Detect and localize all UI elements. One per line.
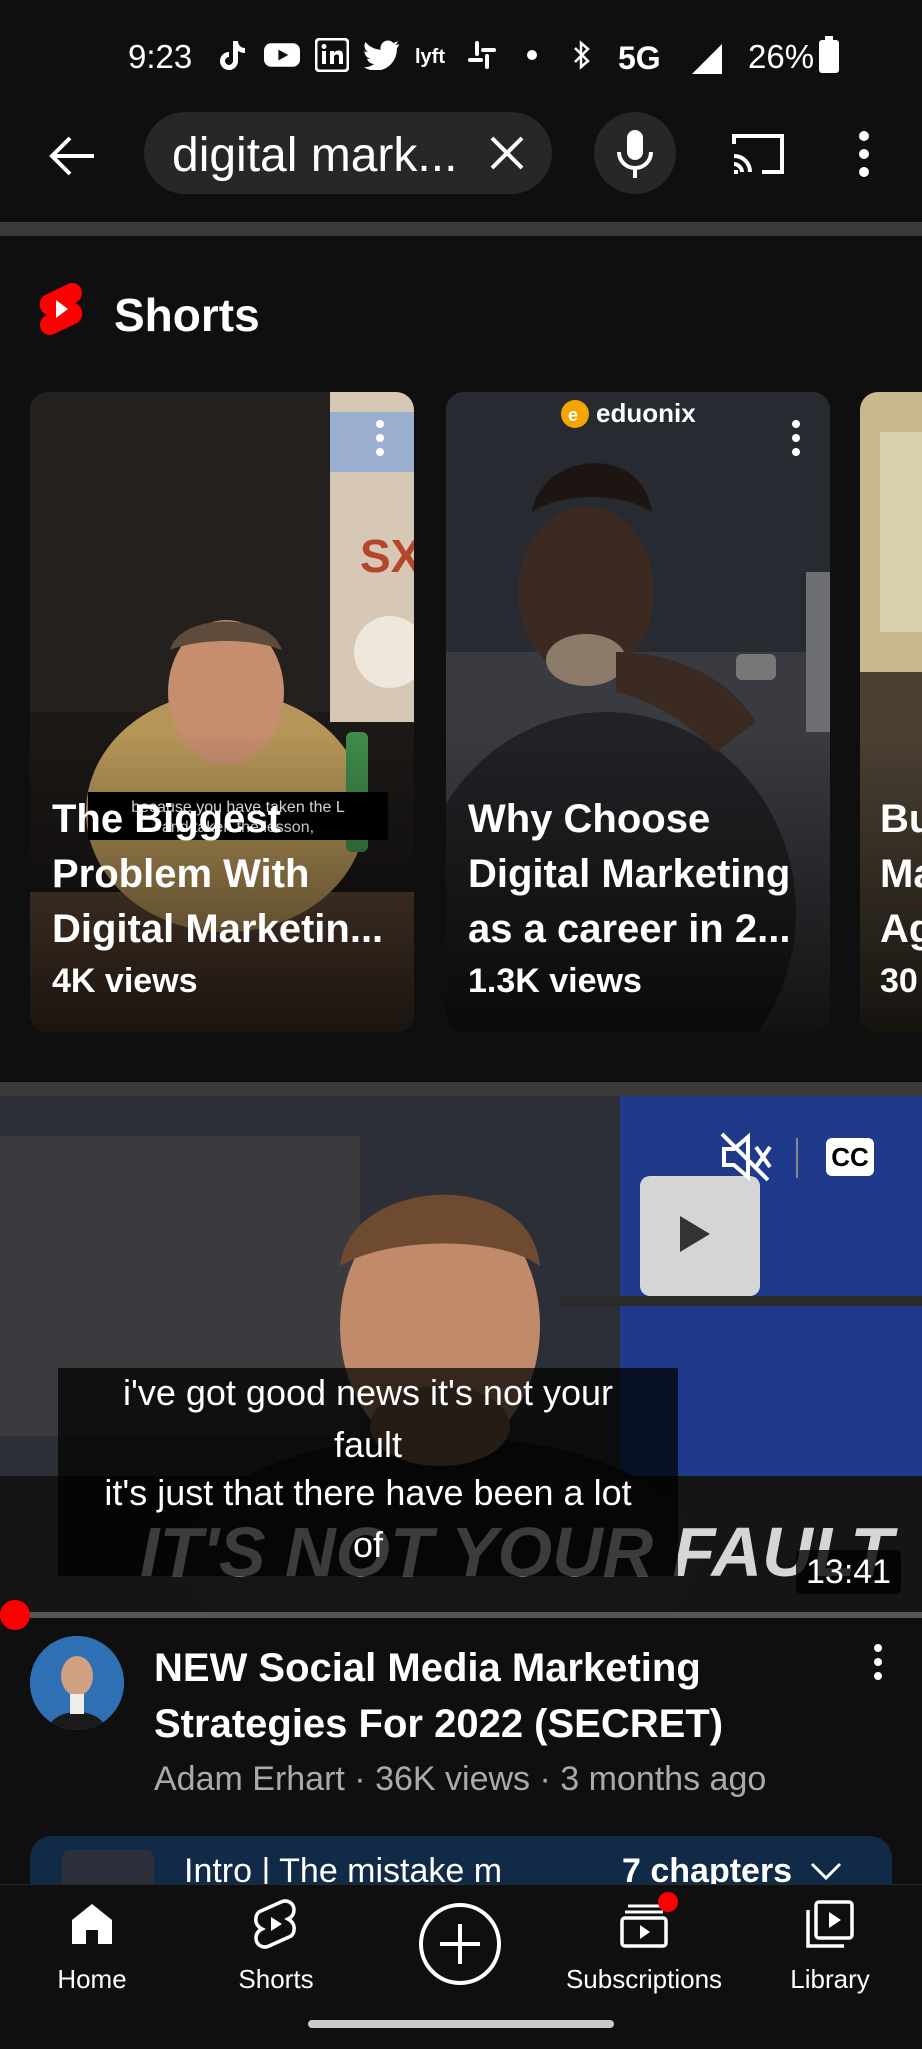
- short-card[interactable]: SX because you have taken the L and take…: [30, 392, 414, 1032]
- video-duration: 13:41: [796, 1550, 902, 1594]
- nav-label: Home: [57, 1964, 127, 1994]
- battery-percent: 26%: [748, 38, 815, 75]
- voice-search-button[interactable]: [594, 112, 676, 194]
- section-divider: [0, 222, 922, 236]
- short-title: Why Choose Digital Marketing as a career…: [468, 797, 791, 951]
- arrow-back-icon: [49, 136, 94, 176]
- twitter-icon: [364, 38, 400, 72]
- nav-home[interactable]: Home: [12, 1898, 172, 1995]
- slack-icon: [464, 38, 500, 72]
- shorts-icon: [250, 1898, 302, 1950]
- short-views: 1.3K views: [468, 962, 642, 1000]
- back-button[interactable]: [44, 128, 100, 184]
- nav-shorts[interactable]: Shorts: [196, 1898, 356, 1995]
- more-options-button[interactable]: [852, 128, 876, 180]
- progress-scrubber[interactable]: [0, 1600, 30, 1630]
- caption-line: of: [352, 1524, 384, 1565]
- short-card[interactable]: e eduonix Why Choose Digital Marketing a…: [446, 392, 830, 1032]
- shorts-section-title: Shorts: [114, 289, 260, 341]
- youtube-icon: [264, 38, 300, 72]
- short-views: 4K views: [52, 962, 198, 1000]
- bluetooth-icon: [564, 38, 600, 72]
- caption-line: it's just that there have been a lot: [104, 1472, 632, 1513]
- short-views: 30: [880, 962, 918, 1000]
- tiktok-icon: [214, 38, 250, 72]
- caption-line: i've got good news it's not your: [122, 1372, 614, 1413]
- clear-search-button[interactable]: [486, 132, 528, 174]
- svg-text:lyft: lyft: [415, 46, 445, 67]
- volume-off-icon: [720, 1132, 772, 1182]
- home-indicator[interactable]: [308, 2020, 614, 2028]
- short-title: The Biggest Problem With Digital Marketi…: [52, 797, 384, 951]
- short-more-button[interactable]: [790, 418, 802, 458]
- caption-line: fault: [333, 1424, 403, 1465]
- chevron-down-icon: [810, 1862, 841, 1881]
- controls-divider: [796, 1138, 798, 1178]
- short-card[interactable]: Bu Ma Ag 30: [860, 392, 922, 1032]
- svg-text:SX: SX: [360, 530, 414, 582]
- library-icon: [804, 1898, 856, 1950]
- more-vertical-icon: [859, 131, 869, 177]
- nav-label: Library: [790, 1964, 870, 1994]
- svg-text:e: e: [568, 405, 578, 425]
- nav-label: Subscriptions: [565, 1964, 723, 1994]
- short-more-button[interactable]: [374, 418, 386, 458]
- linkedin-icon: [314, 38, 350, 72]
- eduonix-logo-icon: e: [561, 399, 589, 428]
- search-input[interactable]: digital mark...: [172, 128, 457, 183]
- more-vertical-icon: [792, 420, 800, 456]
- channel-avatar[interactable]: [30, 1636, 124, 1730]
- eduonix-logo: e eduonix: [560, 398, 696, 429]
- subscriptions-icon: [618, 1892, 678, 1950]
- notification-dot: [658, 1892, 678, 1912]
- progress-bar[interactable]: [0, 1612, 922, 1618]
- mic-icon: [617, 130, 653, 178]
- nav-subscriptions[interactable]: Subscriptions: [564, 1892, 724, 1995]
- dot-icon: [514, 38, 550, 72]
- captions-button[interactable]: CC: [826, 1138, 874, 1176]
- mute-button[interactable]: [718, 1130, 774, 1184]
- lyft-icon: lyft: [414, 38, 450, 72]
- nav-create[interactable]: [380, 1902, 540, 1986]
- status-time: 9:23: [128, 38, 193, 75]
- video-more-button[interactable]: [872, 1642, 884, 1682]
- battery-icon: [818, 36, 840, 79]
- video-title[interactable]: NEW Social Media Marketing Strategies Fo…: [154, 1640, 794, 1752]
- cast-icon: [732, 134, 784, 174]
- signal-icon: [690, 42, 724, 81]
- cast-button[interactable]: [728, 130, 788, 178]
- nav-label: Shorts: [238, 1964, 314, 1994]
- section-divider: [0, 1082, 922, 1096]
- nav-library[interactable]: Library: [750, 1898, 910, 1995]
- short-title: Bu Ma Ag: [880, 797, 922, 951]
- video-meta: Adam Erhart · 36K views · 3 months ago: [154, 1760, 767, 1798]
- more-vertical-icon: [874, 1644, 882, 1680]
- status-notification-icons: lyft: [214, 38, 600, 72]
- close-icon: [490, 136, 524, 170]
- shorts-logo-icon: [38, 282, 84, 336]
- more-vertical-icon: [376, 420, 384, 456]
- home-icon: [66, 1898, 118, 1950]
- eduonix-brand: eduonix: [596, 398, 696, 428]
- create-plus-icon: [418, 1902, 502, 1986]
- network-type: 5G: [618, 40, 661, 76]
